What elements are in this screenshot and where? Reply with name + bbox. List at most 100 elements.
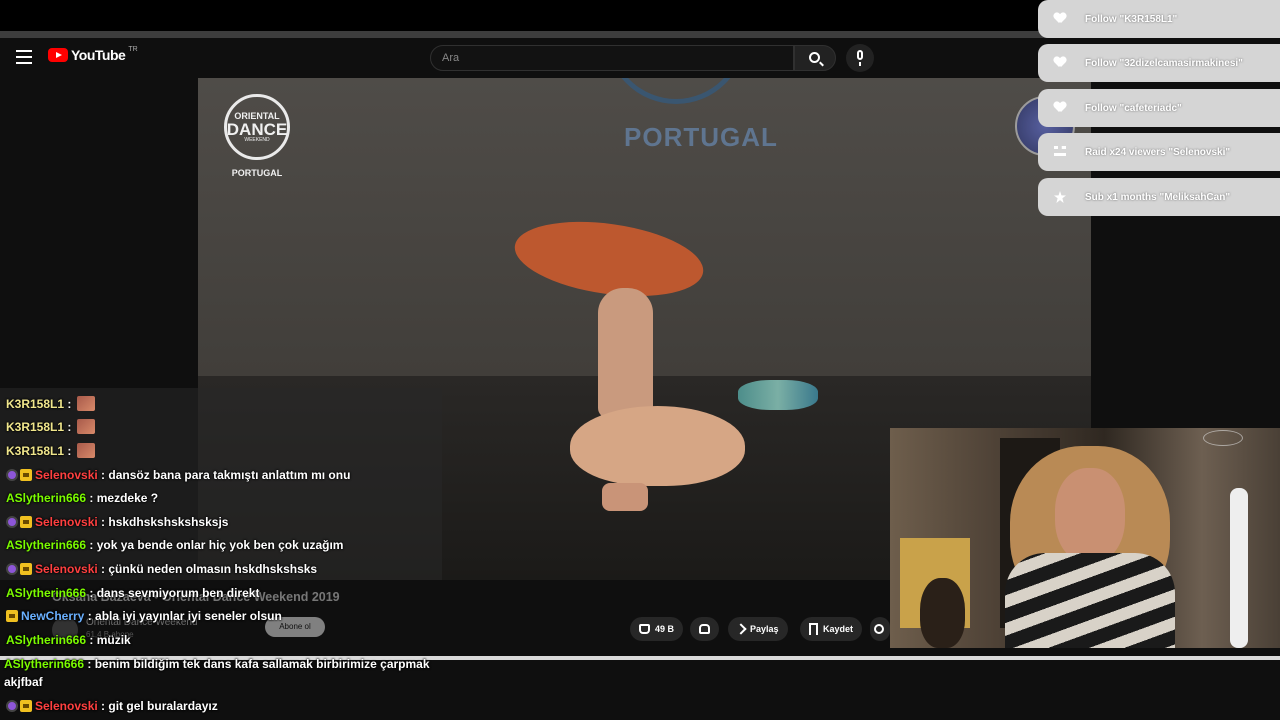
chat-text: müzik [96, 633, 131, 647]
alert-name: "32dizelcamasirmakinesi" [1119, 57, 1243, 69]
voice-search-button[interactable] [846, 44, 874, 72]
star-icon [1054, 191, 1066, 203]
chat-message: Selenovski : hskdhskshskshsksjs [6, 513, 442, 531]
ceiling-light [1203, 430, 1243, 446]
heart-icon [1054, 57, 1066, 69]
guitar [920, 578, 965, 648]
stage-banner-text: PORTUGAL [624, 122, 778, 152]
youtube-play-icon [48, 48, 68, 62]
emote-icon [76, 419, 95, 434]
stream-screen: YouTube TR PORTUGAL ORIENTAL DANCE WEEKE… [0, 0, 1280, 720]
chat-message: ASlytherin666 : yok ya bende onlar hiç y… [6, 538, 344, 552]
chat-message: NewCherry : abla iyi yayınlar iyi senele… [6, 607, 442, 625]
chat-message: K3R158L1 : [6, 395, 442, 413]
chat-username[interactable]: K3R158L1 [6, 444, 64, 458]
alert-name: "MeliksahCan" [1159, 191, 1231, 203]
chat-text: mezdeke ? [96, 491, 159, 505]
dislike-button[interactable] [690, 617, 719, 641]
chat-username[interactable]: NewCherry [21, 609, 84, 623]
share-button[interactable]: Paylaş [728, 617, 788, 641]
share-icon [735, 623, 747, 635]
webcam-feed [890, 428, 1280, 648]
chat-message: Selenovski : dansöz bana para takmıştı a… [6, 466, 442, 484]
chat-text: git gel buralardayız [108, 699, 218, 713]
chat-username[interactable]: ASlytherin666 [6, 586, 86, 600]
like-button[interactable]: 49 B [630, 617, 684, 641]
chat-username[interactable]: ASlytherin666 [4, 657, 84, 671]
subscriber-badge-icon [20, 700, 32, 712]
moderator-badge-icon [6, 700, 18, 712]
alert-name: "Selenovski" [1168, 146, 1231, 158]
alert-name: "K3R158L1" [1119, 13, 1178, 25]
like-count: 49 B [655, 624, 675, 634]
country-code: TR [128, 45, 138, 53]
clip-button[interactable] [870, 617, 890, 641]
chat-username[interactable]: ASlytherin666 [6, 491, 86, 505]
search-button[interactable] [794, 45, 836, 71]
subscriber-badge-icon [20, 516, 32, 528]
scissors-icon [874, 624, 884, 634]
moderator-badge-icon [6, 563, 18, 575]
save-button[interactable]: Kaydet [800, 617, 863, 641]
subscriber-badge-icon [6, 610, 18, 622]
logo-text: YouTube [71, 47, 126, 63]
chat-overlay: K3R158L1 : K3R158L1 : K3R158L1 : Selenov… [0, 388, 442, 720]
subscriber-badge-icon [20, 563, 32, 575]
chat-username[interactable]: ASlytherin666 [6, 633, 86, 647]
chat-username[interactable]: K3R158L1 [6, 420, 64, 434]
alert-item: Follow "cafeteriadc" [1038, 89, 1280, 127]
chat-text: dans sevmiyorum ben direkt [96, 586, 260, 600]
heart-icon [1054, 13, 1066, 25]
chat-username[interactable]: Selenovski [35, 699, 98, 713]
thumbs-down-icon [699, 624, 710, 634]
search-input[interactable] [431, 46, 771, 70]
chat-username[interactable]: Selenovski [35, 468, 98, 482]
subscriber-badge-icon [20, 469, 32, 481]
chat-text: dansöz bana para takmıştı anlattım mı on… [108, 468, 351, 482]
watermark-line3: WEEKEND [244, 136, 270, 143]
save-label: Kaydet [823, 624, 854, 634]
search-box[interactable] [430, 45, 794, 71]
alert-item: Sub x1 months "MeliksahCan" [1038, 178, 1280, 216]
bookmark-icon [809, 623, 818, 635]
chat-text: abla iyi yayınlar iyi seneler olsun [95, 609, 282, 623]
stage-props [738, 380, 818, 410]
chat-message: Selenovski : git gel buralardayız [6, 697, 442, 715]
chat-username[interactable]: Selenovski [35, 515, 98, 529]
hamburger-menu-icon[interactable] [16, 50, 32, 64]
alert-item: Follow "K3R158L1" [1038, 0, 1280, 38]
chat-text: çünkü neden olmasın hskdhskshsks [108, 562, 318, 576]
share-label: Paylaş [750, 624, 779, 634]
emote-icon [76, 443, 95, 458]
chat-message: Selenovski : çünkü neden olmasın hskdhsk… [6, 560, 442, 578]
chat-message: K3R158L1 : [6, 442, 442, 460]
chat-username[interactable]: Selenovski [35, 562, 98, 576]
search-icon [809, 52, 820, 63]
chat-message: ASlytherin666 : müzik [6, 633, 131, 647]
alert-prefix: Raid x24 viewers [1085, 146, 1169, 158]
alert-item: Follow "32dizelcamasirmakinesi" [1038, 44, 1280, 82]
chat-message: ASlytherin666 : dans sevmiyorum ben dire… [6, 586, 260, 600]
thumbs-up-icon [639, 624, 650, 634]
chat-username[interactable]: ASlytherin666 [6, 538, 86, 552]
watermark-subtitle: PORTUGAL [231, 168, 283, 178]
alert-item: Raid x24 viewers "Selenovski" [1038, 133, 1280, 171]
alert-prefix: Follow [1085, 102, 1120, 114]
moderator-badge-icon [6, 469, 18, 481]
chat-message: ASlytherin666 : mezdeke ? [6, 491, 159, 505]
chat-message: ASlytherin666 : benim bildiğim tek dans … [4, 657, 430, 689]
chat-username[interactable]: K3R158L1 [6, 397, 64, 411]
chat-message: K3R158L1 : [6, 418, 442, 436]
event-watermark: ORIENTAL DANCE WEEKEND PORTUGAL [222, 94, 292, 178]
heart-icon [1054, 102, 1066, 114]
alert-name: "cafeteriadc" [1119, 102, 1182, 114]
alert-prefix: Follow [1085, 57, 1120, 69]
alert-prefix: Follow [1085, 13, 1120, 25]
watermark-line2: DANCE [226, 119, 288, 139]
emote-icon [76, 396, 95, 411]
moderator-badge-icon [6, 516, 18, 528]
raid-icon [1054, 146, 1066, 156]
microphone-icon [857, 50, 863, 60]
alert-prefix: Sub x1 months [1085, 191, 1160, 203]
youtube-logo[interactable]: YouTube TR [48, 45, 138, 63]
